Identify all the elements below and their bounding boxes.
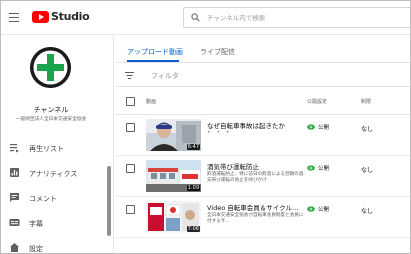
sidebar-scrollbar[interactable] xyxy=(107,166,111,236)
visibility-status[interactable]: 公開 xyxy=(307,164,329,172)
menu-icon[interactable] xyxy=(9,13,19,22)
studio-window: Studio チャンネル 一般財団法人全日本交通安全協会 xyxy=(0,0,411,254)
visibility-label: 公開 xyxy=(318,207,330,213)
video-thumbnail[interactable]: 7:06 xyxy=(146,201,201,233)
channel-logo-icon xyxy=(30,47,71,88)
table-row[interactable]: 6:47 なぜ自転車事故は起きたか • • • 公開 なし xyxy=(115,115,410,156)
sidebar-item-label: 字幕 xyxy=(29,220,43,228)
sidebar-item-label: 再生リスト xyxy=(29,145,64,153)
column-header-restrictions[interactable]: 制限 xyxy=(361,98,371,105)
analytics-icon xyxy=(10,168,19,177)
table-header: 動画 公開設定 制限 xyxy=(115,87,410,115)
table-row[interactable]: 7:06 Video 自転車会員＆サイクル… 全日本交通安全協会が自転車会員制度… xyxy=(115,197,410,238)
video-title[interactable]: Video 自転車会員＆サイクル… xyxy=(207,202,298,212)
comment-icon xyxy=(10,193,19,202)
video-thumbnail[interactable]: 6:47 xyxy=(146,119,201,151)
row-checkbox[interactable] xyxy=(126,205,135,214)
sidebar-nav: 再生リスト アナリティクス コメント 字幕 設定 xyxy=(1,136,109,253)
video-description: 全日本交通安全協会が自転車会員制度と会員に付するサ… xyxy=(207,213,304,224)
playlist-icon xyxy=(10,144,19,153)
filter-input[interactable]: フィルタ xyxy=(151,71,179,81)
row-checkbox[interactable] xyxy=(126,164,135,173)
sidebar-item-label: コメント xyxy=(29,195,57,203)
filter-icon[interactable] xyxy=(125,72,134,79)
studio-logo[interactable]: Studio xyxy=(32,10,90,23)
visibility-label: 公開 xyxy=(318,125,330,131)
logo-text: Studio xyxy=(51,10,90,23)
column-header-video[interactable]: 動画 xyxy=(146,98,156,105)
video-thumbnail[interactable]: 1:09 xyxy=(146,160,201,192)
visibility-status[interactable]: 公開 xyxy=(307,205,329,213)
sidebar-item-label: アナリティクス xyxy=(29,170,78,178)
sidebar-item-settings[interactable]: 設定 xyxy=(1,236,109,253)
sidebar-item-playlists[interactable]: 再生リスト xyxy=(1,136,109,161)
sidebar-item-label: 設定 xyxy=(29,245,43,253)
channel-label: チャンネル xyxy=(33,106,69,114)
channel-name: 一般財団法人全日本交通安全協会 xyxy=(15,117,87,122)
table-row[interactable]: 1:09 酒気帯び運転防止 飲酒運転防止、特に前日の飲酒による翌朝の酒気帯び運転… xyxy=(115,156,410,197)
restriction-value: なし xyxy=(361,167,374,174)
video-duration: 1:09 xyxy=(186,185,200,191)
eye-icon xyxy=(307,124,315,130)
search-input[interactable] xyxy=(207,11,397,25)
tab-live[interactable]: ライブ配信 xyxy=(200,47,235,57)
sidebar-item-analytics[interactable]: アナリティクス xyxy=(1,161,109,186)
eye-icon xyxy=(307,206,315,212)
channel-avatar[interactable] xyxy=(30,47,71,88)
select-all-checkbox[interactable] xyxy=(126,97,135,106)
sidebar-item-subtitles[interactable]: 字幕 xyxy=(1,211,109,236)
video-duration: 7:06 xyxy=(186,226,200,232)
search-box[interactable] xyxy=(183,7,410,28)
active-tab-indicator xyxy=(127,60,179,62)
search-icon[interactable] xyxy=(191,13,200,22)
top-bar: Studio xyxy=(1,1,410,35)
youtube-play-icon xyxy=(32,10,49,23)
sidebar-item-comments[interactable]: コメント xyxy=(1,186,109,211)
video-description: 飲酒運転防止、特に前日の飲酒による翌朝の酒気帯び運転の防止を呼びかけ xyxy=(207,172,304,183)
content-area: アップロード動画 ライブ配信 フィルタ 動画 公開設定 制限 6:47 なぜ自転… xyxy=(115,35,410,253)
visibility-status[interactable]: 公開 xyxy=(307,123,329,131)
row-checkbox[interactable] xyxy=(126,123,135,132)
settings-icon xyxy=(10,243,19,252)
subtitles-icon xyxy=(9,219,20,226)
video-duration: 6:47 xyxy=(186,144,200,150)
column-header-visibility[interactable]: 公開設定 xyxy=(307,98,327,105)
video-title[interactable]: 酒気帯び運転防止 xyxy=(207,161,259,171)
tab-uploads[interactable]: アップロード動画 xyxy=(127,47,183,57)
visibility-label: 公開 xyxy=(318,166,330,172)
more-dots: • • • xyxy=(207,129,232,136)
eye-icon xyxy=(307,165,315,171)
tab-bar: アップロード動画 ライブ配信 xyxy=(115,35,410,63)
filter-bar: フィルタ xyxy=(115,63,410,87)
restriction-value: なし xyxy=(361,208,374,215)
restriction-value: なし xyxy=(361,126,374,133)
sidebar: チャンネル 一般財団法人全日本交通安全協会 再生リスト アナリティクス コメント… xyxy=(1,35,114,253)
